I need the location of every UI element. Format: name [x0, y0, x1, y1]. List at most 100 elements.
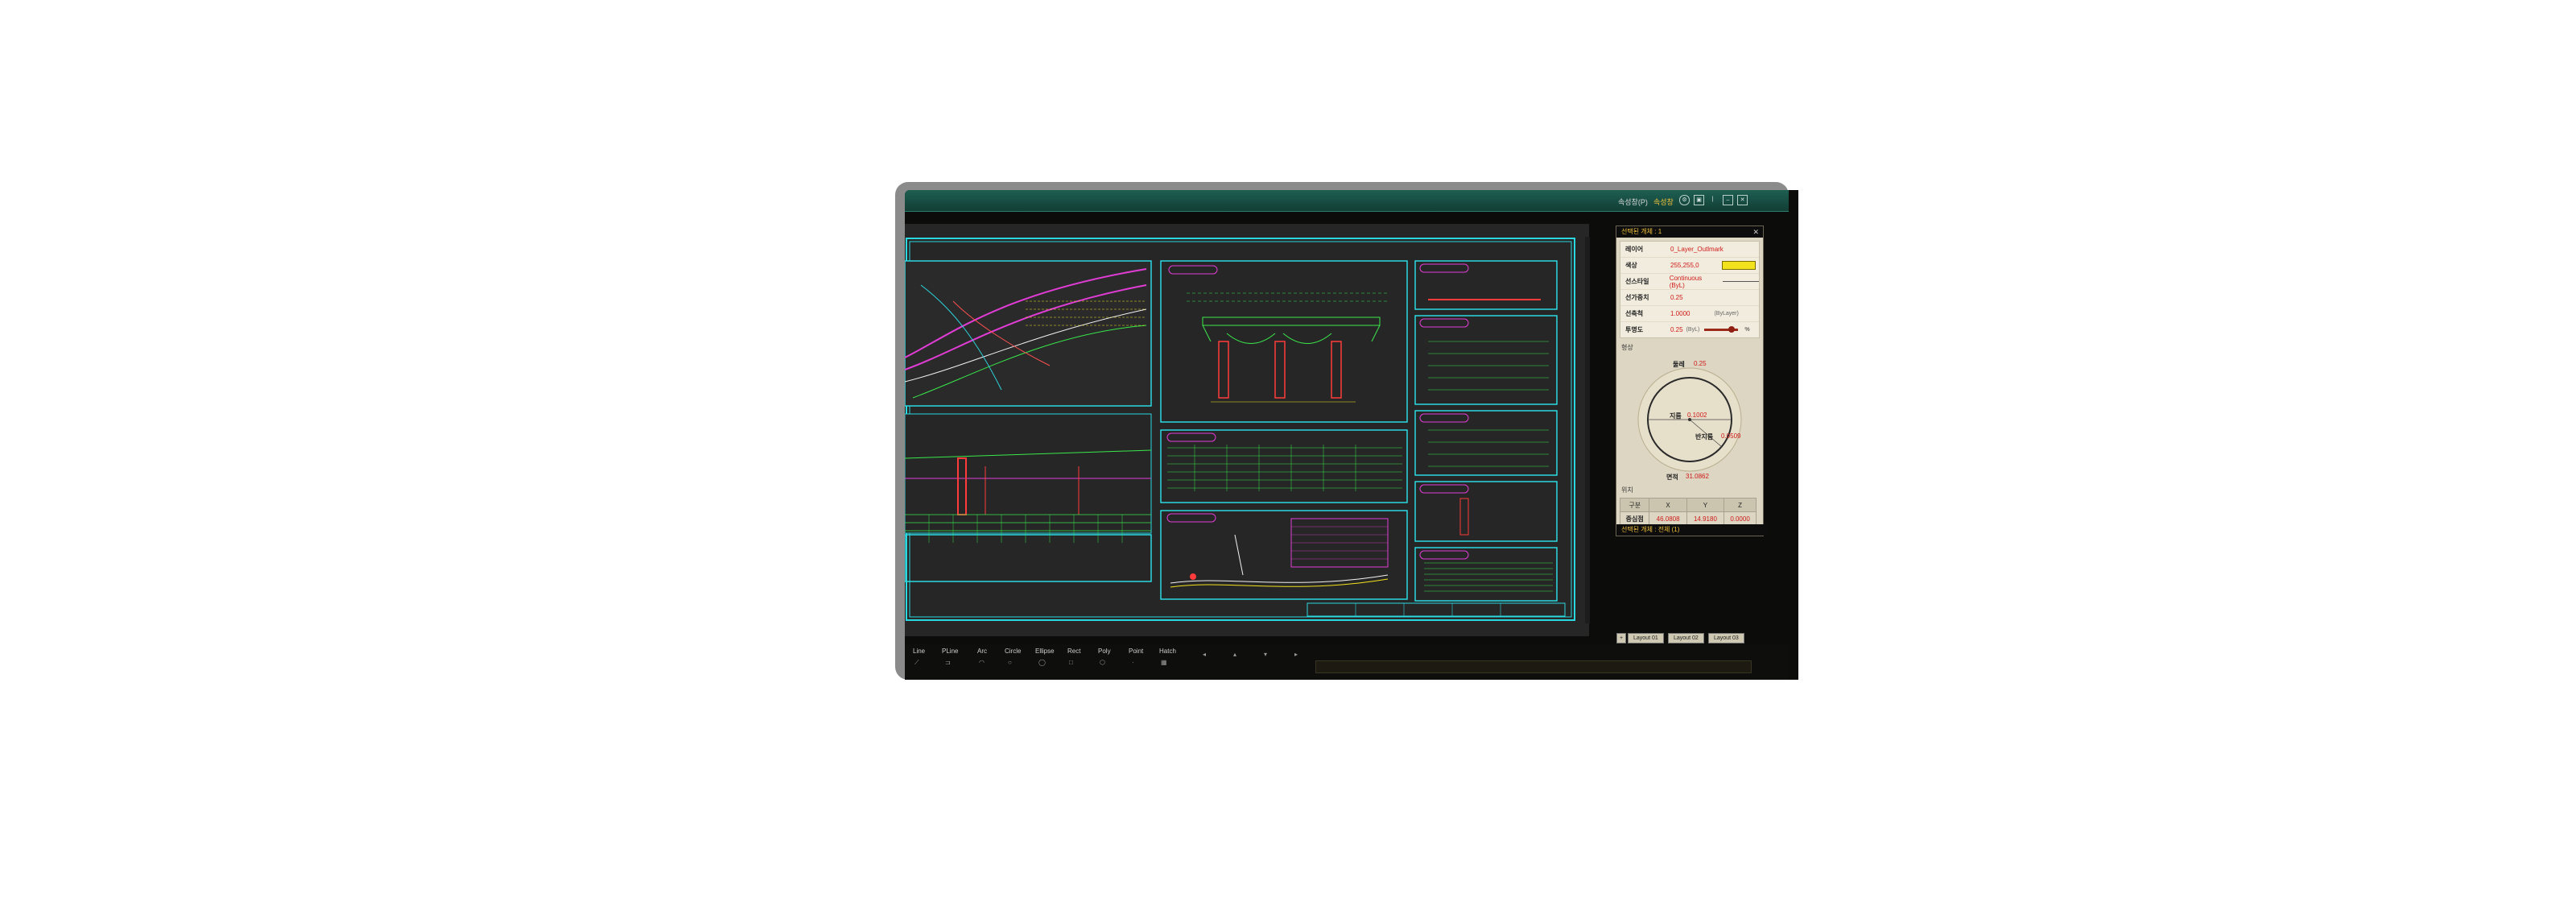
tool-arc[interactable]: Arc — [977, 648, 987, 655]
coordinate-row: 중심점 46.0808 14.9180 0.0000 — [1619, 511, 1757, 526]
property-label: 색상 — [1625, 262, 1637, 269]
tool-point[interactable]: Point — [1129, 648, 1143, 655]
property-label: 선축척 — [1625, 310, 1644, 317]
add-layout-button[interactable]: + — [1616, 633, 1627, 643]
command-line-input[interactable] — [1315, 660, 1752, 673]
tool-ellipse[interactable]: Ellipse — [1035, 648, 1055, 655]
transparency-slider[interactable] — [1704, 326, 1739, 333]
arrow-right-icon[interactable]: ▸ — [1294, 651, 1298, 658]
area-value: 31.0862 — [1686, 473, 1709, 480]
diameter-label: 지름 — [1670, 412, 1682, 420]
quantity-table — [1160, 429, 1408, 503]
column-header: Y — [1686, 498, 1725, 512]
ellipse-icon[interactable]: ◯ — [1038, 659, 1046, 666]
property-value: 0.25 — [1670, 326, 1683, 333]
property-value: 0.25 — [1670, 294, 1683, 301]
panel-footer: 선택된 개체 : 전체 (1) — [1616, 524, 1768, 536]
tool-rect[interactable]: Rect — [1067, 648, 1080, 655]
layout-tab-2[interactable]: Layout 02 — [1668, 633, 1704, 643]
property-row-lineweight[interactable]: 선가중치 0.25 — [1620, 290, 1759, 306]
radius-label: 반지름 — [1695, 433, 1714, 441]
y-value[interactable]: 14.9180 — [1686, 511, 1725, 526]
coordinate-header-row: 구분 X Y Z — [1619, 498, 1757, 512]
bylayer-note: (ByLayer) — [1714, 311, 1739, 317]
property-value: 255,255,0 — [1670, 262, 1699, 269]
title-block — [1307, 602, 1566, 617]
geometry-dial: 둘레 0.25 지름 0.1002 반지름 0.0509 면적 31.0862 — [1616, 352, 1763, 481]
hatch-icon[interactable]: ▦ — [1161, 659, 1167, 666]
rect-icon[interactable]: □ — [1069, 659, 1073, 666]
minimize-icon[interactable]: – — [1723, 195, 1733, 205]
property-value: Continuous (ByL) — [1669, 274, 1703, 289]
longitudinal-view — [1160, 510, 1408, 600]
point-icon[interactable]: · — [1132, 659, 1134, 666]
cad-drawing[interactable] — [905, 237, 1581, 623]
layout-tab-3[interactable]: Layout 03 — [1708, 633, 1744, 643]
tool-circle[interactable]: Circle — [1005, 648, 1021, 655]
tool-pline[interactable]: PLine — [942, 648, 958, 655]
linetype-preview — [1723, 281, 1759, 282]
poly-icon[interactable]: ⬡ — [1100, 659, 1105, 666]
perimeter-value: 0.25 — [1694, 360, 1707, 367]
cad-application-window: 속성창(P) 속성창 ⚙ ▣ | – ✕ 선택된 개체: 1 ✕ 레이어 0_… — [905, 190, 1798, 680]
panel-title-text: 선택된 개체 : 1 — [1621, 228, 1662, 235]
divider-icon: | — [1711, 197, 1714, 202]
perimeter-label: 둘레 — [1673, 361, 1685, 368]
column-header: 구분 — [1619, 498, 1650, 512]
bylayer-note: (ByL) — [1686, 327, 1700, 333]
property-list: 레이어 0_Layer_Outlmark 색상 255,255,0 선스타일 C… — [1620, 241, 1760, 338]
position-section-label: 위치 — [1621, 486, 1633, 494]
tool-poly[interactable]: Poly — [1098, 648, 1111, 655]
percent-unit: % — [1744, 327, 1750, 333]
property-row-layer[interactable]: 레이어 0_Layer_Outlmark — [1620, 242, 1759, 258]
section-view — [1160, 260, 1408, 423]
diameter-value: 0.1002 — [1687, 412, 1707, 419]
color-swatch[interactable] — [1721, 261, 1756, 270]
properties-menu-label[interactable]: 속성창(P) — [1618, 197, 1648, 207]
properties-tab-label[interactable]: 속성창 — [1653, 197, 1674, 207]
arrow-down-icon[interactable]: ▾ — [1264, 651, 1267, 658]
profile-view — [905, 413, 1152, 582]
tool-hatch[interactable]: Hatch — [1159, 648, 1176, 655]
property-value: 0_Layer_Outlmark — [1670, 246, 1724, 253]
vertical-scrollbar[interactable] — [1585, 237, 1590, 623]
property-label: 선스타일 — [1625, 278, 1649, 285]
plan-view — [905, 260, 1152, 407]
property-label: 투명도 — [1625, 326, 1644, 333]
close-icon[interactable]: ✕ — [1737, 195, 1748, 205]
property-value: 1.0000 — [1670, 310, 1690, 317]
layout-tab-1[interactable]: Layout 01 — [1628, 633, 1664, 643]
coordinate-table: 구분 X Y Z 중심점 46.0808 14.9180 0.0000 — [1619, 498, 1757, 526]
circle-icon[interactable]: ○ — [1008, 659, 1012, 666]
property-label: 선가중치 — [1625, 294, 1649, 301]
property-row-transparency[interactable]: 투명도 0.25 (ByL) % — [1620, 322, 1759, 337]
tool-line[interactable]: Line — [913, 648, 925, 655]
column-header: X — [1649, 498, 1687, 512]
property-label: 레이어 — [1625, 246, 1644, 253]
command-toolbar: Line PLine Arc Circle Ellipse Rect Poly … — [905, 644, 1789, 680]
x-value[interactable]: 46.0808 — [1649, 511, 1687, 526]
properties-panel: 선택된 개체 : 1 ✕ 레이어 0_Layer_Outlmark 색상 255… — [1616, 226, 1768, 536]
properties-panel-title: 선택된 개체 : 1 ✕ — [1616, 226, 1763, 238]
geometry-section-label: 형상 — [1621, 344, 1633, 351]
property-row-linetype[interactable]: 선스타일 Continuous (ByL) — [1620, 274, 1759, 290]
property-row-color[interactable]: 색상 255,255,0 — [1620, 258, 1759, 274]
line-icon[interactable]: ⟋ — [914, 659, 919, 667]
arc-icon[interactable]: ◠ — [979, 659, 985, 666]
settings-icon[interactable]: ⚙ — [1679, 195, 1690, 205]
arrow-up-icon[interactable]: ▴ — [1233, 651, 1236, 658]
window-icon[interactable]: ▣ — [1694, 195, 1704, 205]
pline-icon[interactable]: ⊐ — [945, 659, 951, 666]
device-frame: 속성창(P) 속성창 ⚙ ▣ | – ✕ 선택된 개체: 1 ✕ 레이어 0_… — [895, 182, 1798, 680]
row-label: 중심점 — [1619, 511, 1650, 526]
close-icon[interactable]: ✕ — [1752, 226, 1759, 238]
slider-handle[interactable] — [1728, 326, 1736, 333]
title-bar: 속성창(P) 속성창 ⚙ ▣ | – ✕ — [905, 190, 1789, 212]
radius-value: 0.0509 — [1721, 432, 1741, 440]
area-label: 면적 — [1666, 474, 1678, 481]
arrow-left-icon[interactable]: ◂ — [1203, 651, 1206, 658]
property-row-linescale[interactable]: 선축척 1.0000 (ByLayer) — [1620, 306, 1759, 322]
detail-boxes — [1414, 260, 1558, 602]
column-header: Z — [1724, 498, 1757, 512]
z-value[interactable]: 0.0000 — [1724, 511, 1757, 526]
